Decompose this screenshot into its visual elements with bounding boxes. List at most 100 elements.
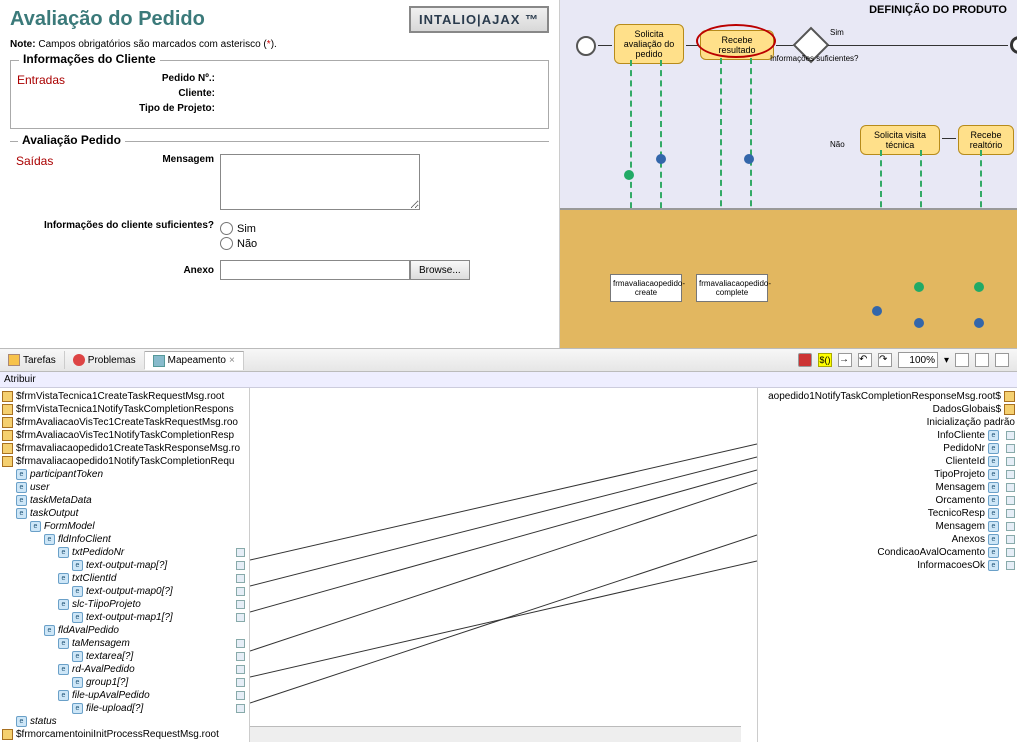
mapping-port[interactable] [1006, 444, 1015, 453]
tree-item-label: txtPedidoNr [72, 547, 124, 558]
mapping-port[interactable] [236, 587, 245, 596]
tree-item[interactable]: fldAvalPedido [2, 624, 249, 637]
tree-item[interactable]: group1[?] [2, 676, 249, 689]
tree-item[interactable]: taskOutput [2, 507, 249, 520]
mapping-port[interactable] [236, 665, 245, 674]
tree-item[interactable]: Mensagem [758, 481, 1015, 494]
tree-item[interactable]: taMensagem [2, 637, 249, 650]
tree-item[interactable]: DadosGlobais$ [758, 403, 1015, 416]
mapping-port[interactable] [1006, 522, 1015, 531]
stop-icon[interactable] [798, 353, 812, 367]
end-event-icon[interactable] [1010, 36, 1017, 54]
mapping-port[interactable] [236, 691, 245, 700]
mapping-port[interactable] [236, 678, 245, 687]
tree-item[interactable]: Inicialização padrão [758, 416, 1015, 429]
radio-nao[interactable] [220, 237, 233, 250]
mensagem-input[interactable] [220, 154, 420, 210]
horizontal-scrollbar[interactable] [250, 726, 741, 742]
variables-icon[interactable]: $() [818, 353, 832, 367]
element-icon [988, 443, 999, 454]
browse-button[interactable]: Browse... [410, 260, 470, 280]
tree-item[interactable]: InformacoesOk [758, 559, 1015, 572]
mapping-port[interactable] [236, 652, 245, 661]
mapping-port[interactable] [1006, 509, 1015, 518]
tab-mapeamento[interactable]: Mapeamento × [145, 351, 244, 370]
mapping-port[interactable] [236, 548, 245, 557]
mapping-canvas[interactable] [250, 388, 757, 742]
tree-item[interactable]: slc-TiipoProjeto [2, 598, 249, 611]
task-frm-create[interactable]: frmavaliacaopedido-create [610, 274, 682, 302]
mapping-port[interactable] [1006, 457, 1015, 466]
task-recebe-resultado[interactable]: Recebe resultado [700, 30, 774, 60]
mapping-port[interactable] [236, 613, 245, 622]
mapping-port[interactable] [236, 639, 245, 648]
task-solicita-avaliacao[interactable]: Solicita avaliação do pedido [614, 24, 684, 64]
tree-item[interactable]: text-output-map0[?] [2, 585, 249, 598]
zoom-dropdown-icon[interactable]: ▾ [944, 355, 949, 366]
mapping-port[interactable] [236, 561, 245, 570]
tree-item[interactable]: ClienteId [758, 455, 1015, 468]
tree-item[interactable]: taskMetaData [2, 494, 249, 507]
tree-item[interactable]: TecnicoResp [758, 507, 1015, 520]
source-tree[interactable]: $frmVistaTecnica1CreateTaskRequestMsg.ro… [0, 388, 250, 742]
tree-item[interactable]: $frmorcamentoiniInitProcessResponseMsg.r… [2, 741, 249, 742]
target-tree[interactable]: aopedido1NotifyTaskCompletionResponseMsg… [757, 388, 1017, 742]
tree-item[interactable]: fldInfoClient [2, 533, 249, 546]
zoom-input[interactable] [898, 352, 938, 368]
tree-item[interactable]: PedidoNr [758, 442, 1015, 455]
tree-item[interactable]: rd-AvalPedido [2, 663, 249, 676]
radio-sim[interactable] [220, 222, 233, 235]
tree-item[interactable]: aopedido1NotifyTaskCompletionResponseMsg… [758, 390, 1015, 403]
tree-item[interactable]: $frmAvaliacaoVisTec1NotifyTaskCompletion… [2, 429, 249, 442]
toolbar-icon[interactable] [975, 353, 989, 367]
mapping-port[interactable] [1006, 535, 1015, 544]
task-solicita-visita[interactable]: Solicita visita técnica [860, 125, 940, 155]
toolbar-icon[interactable] [995, 353, 1009, 367]
anexo-input[interactable] [220, 260, 410, 280]
mapping-port[interactable] [1006, 496, 1015, 505]
tree-item[interactable]: Anexos [758, 533, 1015, 546]
mapping-port[interactable] [1006, 561, 1015, 570]
tree-item[interactable]: $frmavaliacaopedido1NotifyTaskCompletion… [2, 455, 249, 468]
tree-item[interactable]: $frmAvaliacaoVisTec1CreateTaskRequestMsg… [2, 416, 249, 429]
tree-item[interactable]: $frmVistaTecnica1CreateTaskRequestMsg.ro… [2, 390, 249, 403]
tree-item[interactable]: text-output-map1[?] [2, 611, 249, 624]
tree-item[interactable]: textarea[?] [2, 650, 249, 663]
element-icon [72, 651, 83, 662]
tree-item[interactable]: Mensagem [758, 520, 1015, 533]
close-icon[interactable]: × [229, 355, 235, 366]
tree-item[interactable]: file-upAvalPedido [2, 689, 249, 702]
mapping-port[interactable] [1006, 470, 1015, 479]
tree-item[interactable]: CondicaoAvalOcamento [758, 546, 1015, 559]
tree-item[interactable]: $frmVistaTecnica1NotifyTaskCompletionRes… [2, 403, 249, 416]
tab-tarefas[interactable]: Tarefas [0, 351, 65, 369]
tree-item[interactable]: InfoCliente [758, 429, 1015, 442]
mapping-port[interactable] [236, 574, 245, 583]
tree-item[interactable]: TipoProjeto [758, 468, 1015, 481]
undo-icon[interactable]: ↶ [858, 353, 872, 367]
tree-item[interactable]: text-output-map[?] [2, 559, 249, 572]
tree-item[interactable]: FormModel [2, 520, 249, 533]
tree-item[interactable]: Orcamento [758, 494, 1015, 507]
tree-item[interactable]: txtPedidoNr [2, 546, 249, 559]
mapping-port[interactable] [1006, 483, 1015, 492]
redo-icon[interactable]: ↷ [878, 353, 892, 367]
start-event-icon[interactable] [576, 36, 596, 56]
arrow-right-icon[interactable]: → [838, 353, 852, 367]
tab-problemas[interactable]: Problemas [65, 351, 145, 369]
task-frm-complete[interactable]: frmavaliacaopedido-complete [696, 274, 768, 302]
mapping-port[interactable] [1006, 431, 1015, 440]
tree-item[interactable]: file-upload[?] [2, 702, 249, 715]
tree-item[interactable]: user [2, 481, 249, 494]
task-recebe-relatorio[interactable]: Recebe realtório [958, 125, 1014, 155]
mapping-port[interactable] [236, 704, 245, 713]
tree-item[interactable]: txtClientId [2, 572, 249, 585]
mapping-port[interactable] [236, 600, 245, 609]
tree-item[interactable]: $frmorcamentoiniInitProcessRequestMsg.ro… [2, 728, 249, 741]
tree-item[interactable]: status [2, 715, 249, 728]
tree-item[interactable]: $frmavaliacaopedido1CreateTaskResponseMs… [2, 442, 249, 455]
toolbar-icon[interactable] [955, 353, 969, 367]
mapping-port[interactable] [1006, 548, 1015, 557]
tree-item[interactable]: participantToken [2, 468, 249, 481]
bpmn-diagram[interactable]: DEFINIÇÃO DO PRODUTO Solicita avaliação … [560, 0, 1017, 348]
